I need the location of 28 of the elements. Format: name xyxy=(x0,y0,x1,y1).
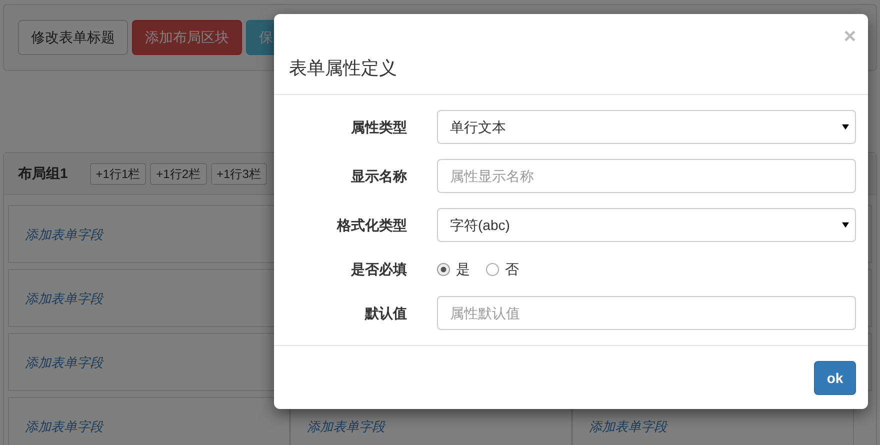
add-row-button[interactable]: +1行1栏 xyxy=(90,162,146,184)
radio-button[interactable] xyxy=(486,262,499,276)
modal-title: 表单属性定义 xyxy=(289,58,397,80)
field-label: 是否必填 xyxy=(350,260,407,278)
add-row-button[interactable]: +1行2栏 xyxy=(150,162,207,184)
add-field-link[interactable]: 添加表单字段 xyxy=(307,419,385,434)
close-button[interactable]: × xyxy=(844,26,856,47)
field-label: 格式化类型 xyxy=(336,216,407,234)
add-field-link[interactable]: 添加表单字段 xyxy=(25,227,103,242)
add-field-link[interactable]: 添加表单字段 xyxy=(589,419,667,434)
select-field[interactable]: 单行文本 xyxy=(437,110,856,144)
add-field-link[interactable]: 添加表单字段 xyxy=(25,419,103,434)
field-label: 默认值 xyxy=(364,304,407,322)
radio-button[interactable] xyxy=(437,262,450,276)
add-field-link[interactable]: 添加表单字段 xyxy=(25,291,103,306)
input-field[interactable]: 属性默认值 xyxy=(437,296,856,330)
field-label: 属性类型 xyxy=(350,118,407,136)
add-row-button[interactable]: +1行3栏 xyxy=(210,162,267,184)
toolbar-button[interactable]: 修改表单标题 xyxy=(18,20,128,55)
input-field[interactable]: 属性显示名称 xyxy=(437,159,856,193)
ok-button[interactable]: ok xyxy=(814,361,856,395)
field-label: 显示名称 xyxy=(350,166,407,186)
toolbar-button[interactable]: 添加布局区块 xyxy=(132,20,242,55)
add-field-link[interactable]: 添加表单字段 xyxy=(25,355,103,370)
radio-label: 否 xyxy=(505,260,519,278)
group-title: 布局组1 xyxy=(18,164,68,183)
radio-label: 是 xyxy=(456,260,470,278)
select-field[interactable]: 字符(abc) xyxy=(437,208,856,242)
